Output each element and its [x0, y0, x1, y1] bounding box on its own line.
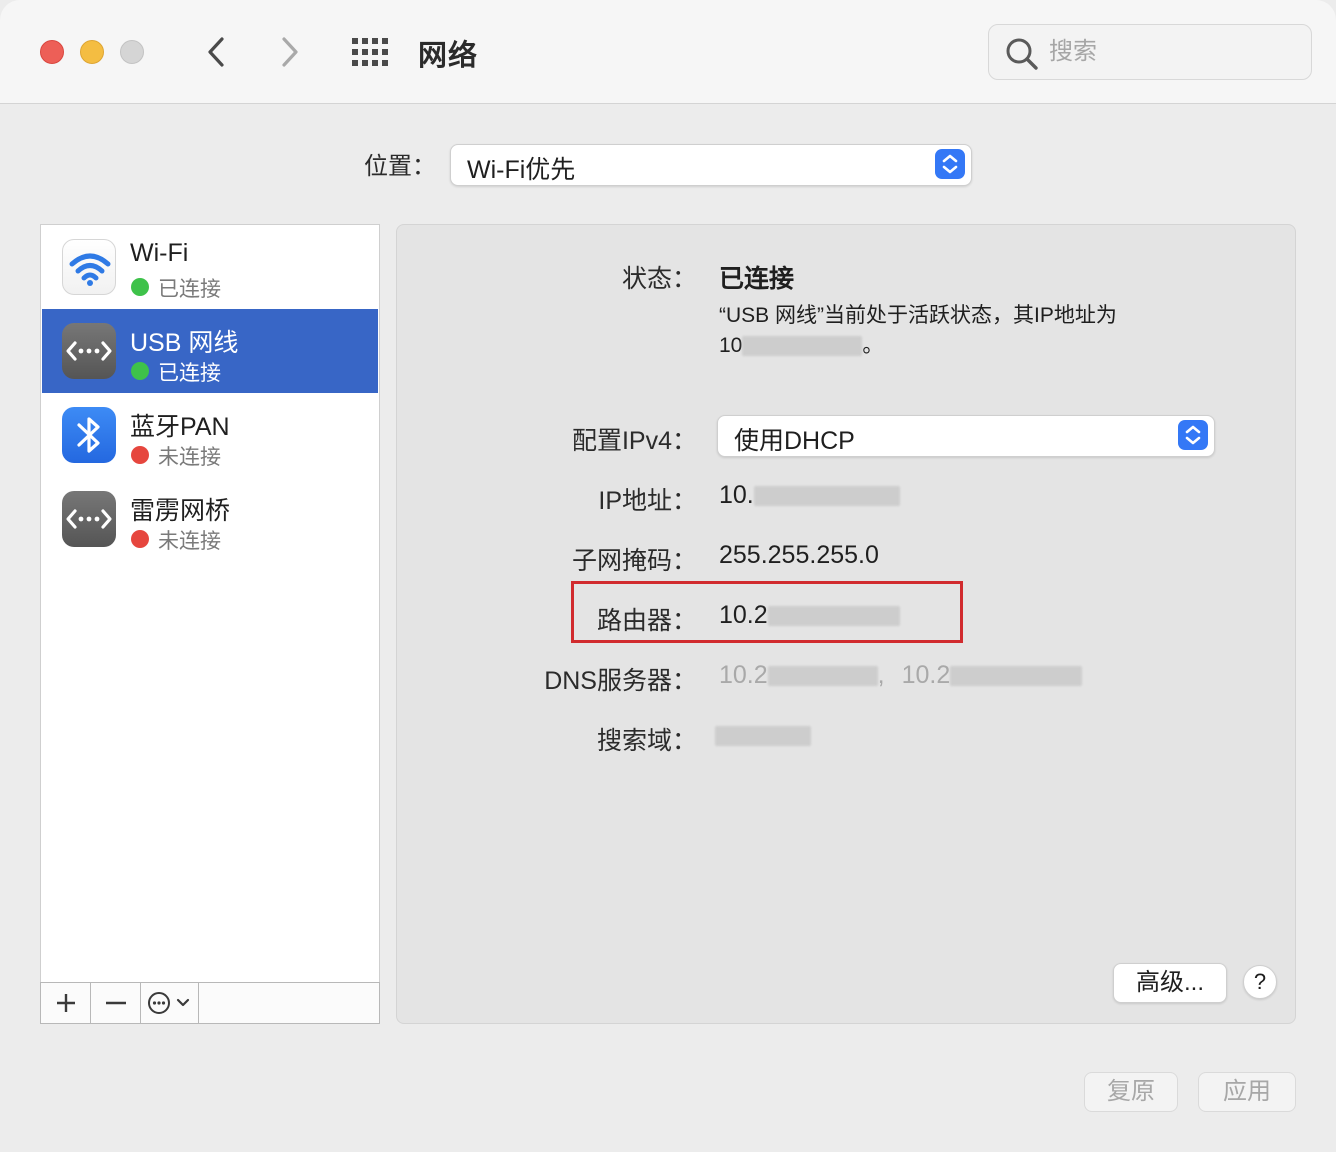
service-item-thunderbolt-bridge[interactable]: 雷雳网桥 未连接: [42, 477, 378, 561]
apply-button[interactable]: 应用: [1198, 1072, 1296, 1112]
service-name: 雷雳网桥: [130, 497, 231, 525]
status-dot-connected: [131, 362, 149, 380]
dns-server-1-prefix: 10.2: [719, 661, 768, 689]
chevron-left-icon: [208, 37, 224, 67]
network-preferences-window: 网络 位置： Wi-Fi优先: [0, 0, 1336, 1152]
status-dot-connected: [131, 278, 149, 296]
chevron-right-icon: [282, 37, 298, 67]
service-status: 已连接: [158, 362, 221, 385]
ethernet-icon: [62, 323, 116, 379]
configure-ipv4-label: 配置IPv4：: [571, 427, 697, 455]
configure-ipv4-value: 使用DHCP: [734, 427, 855, 455]
close-window-button[interactable]: [40, 40, 64, 64]
ip-address-prefix: 10.: [719, 481, 754, 509]
redacted-text: [767, 606, 900, 627]
status-dot-disconnected: [131, 530, 149, 548]
redacted-text: [715, 726, 811, 747]
search-icon: [1006, 38, 1038, 70]
service-status: 已连接: [158, 278, 221, 301]
service-item-bluetooth-pan[interactable]: 蓝牙PAN 未连接: [42, 393, 378, 477]
status-dot-disconnected: [131, 446, 149, 464]
dns-server-label: DNS服务器：: [544, 667, 697, 695]
add-service-button[interactable]: [41, 983, 91, 1023]
wifi-icon: [62, 239, 116, 295]
minus-icon: [106, 1001, 126, 1005]
updown-chevron-icon: [935, 149, 965, 179]
ellipsis-circle-icon: [148, 992, 190, 1014]
advanced-button[interactable]: 高级...: [1113, 963, 1227, 1003]
status-description-line2: 10 。: [719, 331, 883, 361]
service-item-usb-ethernet[interactable]: USB 网线 已连接: [42, 309, 378, 393]
location-label: 位置：: [364, 153, 436, 180]
dns-server-2-prefix: 10.2: [901, 661, 951, 689]
service-status: 未连接: [158, 446, 221, 469]
plus-icon: [57, 994, 75, 1012]
search-domain-value: [715, 721, 811, 750]
status-label: 状态：: [621, 265, 697, 293]
back-button[interactable]: [198, 34, 234, 70]
service-detail-panel: 状态： 已连接 “USB 网线”当前处于活跃状态，其IP地址为 10 。 配置IP…: [396, 224, 1296, 1024]
sentence-end: 。: [862, 334, 884, 357]
forward-button[interactable]: [272, 34, 308, 70]
dns-separator: ,: [877, 661, 885, 689]
bluetooth-icon: [62, 407, 116, 463]
redacted-text: [753, 486, 900, 507]
service-item-wifi[interactable]: Wi-Fi 已连接: [42, 225, 378, 309]
location-value: Wi-Fi优先: [467, 156, 576, 184]
zoom-window-button[interactable]: [120, 40, 144, 64]
search-input[interactable]: [1049, 35, 1289, 69]
updown-chevron-icon: [1178, 420, 1208, 450]
status-description-line1: “USB 网线”当前处于活跃状态，其IP地址为: [719, 304, 1117, 327]
service-name: USB 网线: [130, 329, 239, 357]
redacted-text: [767, 666, 878, 687]
router-value: 10.2: [719, 601, 900, 630]
ip-address-label: IP地址：: [598, 487, 697, 515]
service-status: 未连接: [158, 530, 221, 553]
grid-icon: [352, 38, 388, 66]
ip-address-value: 10.: [719, 481, 900, 510]
minimize-window-button[interactable]: [80, 40, 104, 64]
service-actions-menu-button[interactable]: [141, 983, 199, 1023]
status-value: 已连接: [719, 265, 795, 293]
titlebar: 网络: [0, 0, 1336, 104]
service-name: 蓝牙PAN: [130, 413, 230, 441]
service-list: Wi-Fi 已连接 USB 网线 已连接 蓝牙PAN 未连接 雷雳网桥 未连接: [40, 224, 380, 984]
dns-server-value: 10.2, 10.2: [719, 661, 1083, 690]
configure-ipv4-select[interactable]: 使用DHCP: [717, 415, 1215, 457]
service-name: Wi-Fi: [130, 239, 189, 267]
help-button[interactable]: ?: [1243, 965, 1277, 999]
window-title: 网络: [418, 40, 479, 72]
redacted-text: [950, 666, 1083, 687]
search-field[interactable]: [988, 24, 1312, 80]
redacted-text: [742, 336, 863, 357]
ip-address-prefix: 10: [719, 334, 743, 357]
subnet-mask-label: 子网掩码：: [571, 547, 697, 575]
location-select[interactable]: Wi-Fi优先: [450, 144, 972, 186]
show-all-button[interactable]: [352, 38, 390, 66]
ethernet-icon: [62, 491, 116, 547]
router-label: 路由器：: [596, 607, 697, 635]
subnet-mask-value: 255.255.255.0: [719, 541, 879, 569]
search-domain-label: 搜索域：: [596, 727, 697, 755]
service-list-toolbar: [40, 982, 380, 1024]
remove-service-button[interactable]: [91, 983, 141, 1023]
revert-button[interactable]: 复原: [1084, 1072, 1178, 1112]
router-address-prefix: 10.2: [719, 601, 768, 629]
